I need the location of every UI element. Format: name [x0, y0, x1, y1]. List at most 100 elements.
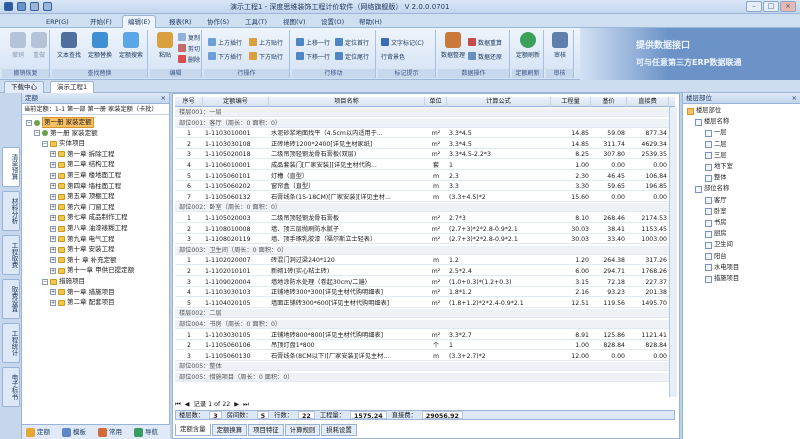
tree-node[interactable]: − 第一册 家装定额	[34, 129, 98, 138]
cell-formula[interactable]: (3.3+4.5)*2	[449, 193, 549, 202]
cell-cost[interactable]: 0.00	[629, 352, 667, 361]
table-row[interactable]: 2 1-1108010008 墙、顶三层抛刷防水腻子 m² (2.7+3)*2*2.8-…	[175, 225, 675, 234]
expand-icon[interactable]: +	[50, 236, 56, 243]
floor-item[interactable]: 整体	[705, 173, 727, 183]
tree-node[interactable]: + 第八章 油漆裱糊工程	[50, 224, 128, 233]
tree-node[interactable]: + 第五章 顶棚工程	[50, 192, 115, 201]
cell-unit[interactable]: 个	[427, 341, 445, 350]
undo-icon[interactable]	[30, 2, 39, 11]
cell-code[interactable]: 1-1103030103	[205, 288, 267, 297]
tree-node[interactable]: + 第二章 结构工程	[50, 160, 115, 169]
parts-group[interactable]: 部位名称	[695, 184, 729, 194]
table-row[interactable]: 4 1-1106010001 成品套装门[厂家安装][详见主材代购... 套 1 1.00…	[175, 161, 675, 170]
cell-qty[interactable]: 1.00	[553, 341, 589, 350]
cell-no[interactable]: 1	[177, 256, 201, 265]
cell-price[interactable]: 46.45	[593, 172, 625, 181]
cell-formula[interactable]: (3.3+2.7)*2	[449, 352, 549, 361]
tree-node[interactable]: + 第九章 电气工程	[50, 235, 115, 244]
cell-price[interactable]: 268.46	[593, 214, 625, 223]
tree-root[interactable]: 楼层部位	[687, 106, 721, 116]
cell-unit[interactable]: m²	[427, 331, 445, 340]
table-row[interactable]: 3 1-1105060130 石膏线条(8CM以下)[厂家安装][详见主材... m (…	[175, 352, 675, 361]
cell-unit[interactable]: m²	[427, 150, 445, 159]
cell-code[interactable]: 1-1105020003	[205, 214, 267, 223]
expand-icon[interactable]: +	[50, 204, 56, 211]
tree-node[interactable]: + 第七章 成品制作工程	[50, 213, 128, 222]
cell-unit[interactable]: m	[427, 182, 445, 191]
cell-formula[interactable]: 1.2	[449, 256, 549, 265]
cell-cost[interactable]: 1003.00	[629, 235, 667, 244]
last-record-icon[interactable]: ⏭	[243, 400, 249, 409]
cell-code[interactable]: 1-1105060130	[205, 352, 267, 361]
vtab-fee[interactable]: 工程取费	[2, 235, 20, 275]
cell-no[interactable]: 3	[177, 352, 201, 361]
cell-name[interactable]: 二级吊顶轻钢龙骨石膏板	[271, 214, 423, 223]
vtab-stats[interactable]: 工程统计	[2, 323, 20, 363]
quota-tab-button[interactable]: 定额	[26, 427, 50, 438]
cell-code[interactable]: 1-1108010008	[205, 225, 267, 234]
cell-code[interactable]: 1-1105060132	[205, 193, 267, 202]
minimize-button[interactable]: –	[746, 1, 762, 12]
cell-no[interactable]: 1	[177, 214, 201, 223]
floor-item[interactable]: 三层	[705, 151, 727, 161]
expand-icon[interactable]: +	[50, 299, 56, 306]
cell-name[interactable]: 窗帘盒（直型）	[271, 182, 423, 191]
collapse-icon[interactable]: −	[42, 278, 48, 285]
expand-icon[interactable]: +	[50, 267, 56, 274]
cell-qty[interactable]: 12.51	[553, 299, 589, 308]
cell-name[interactable]: 砖混门洞过梁240*120	[271, 256, 423, 265]
tree-node[interactable]: − 实体项目	[42, 139, 85, 148]
table-row[interactable]: 3 1-1108020119 墙、顶手琢乳胶漆（福尔斯立士轻表） m² (2.7+3)*…	[175, 235, 675, 245]
cell-unit[interactable]: m²	[427, 288, 445, 297]
cell-no[interactable]: 4	[177, 288, 201, 297]
cell-formula[interactable]: 3.3*2.7	[449, 331, 549, 340]
expand-icon[interactable]: +	[50, 289, 56, 296]
tab-edit[interactable]: 编辑(E)	[122, 15, 157, 28]
close-icon[interactable]: ×	[792, 93, 797, 104]
cell-no[interactable]: 1	[177, 129, 201, 138]
col-header-unit[interactable]: 单位	[425, 97, 447, 107]
cell-unit[interactable]: m²	[427, 299, 445, 308]
cell-name[interactable]: 灯槽（直型）	[271, 172, 423, 181]
floor-item[interactable]: 一层	[705, 128, 727, 138]
cell-no[interactable]: 2	[177, 225, 201, 234]
cell-name[interactable]: 成品套装门[厂家安装][详见主材代购...	[271, 161, 423, 170]
cell-no[interactable]: 2	[177, 140, 201, 149]
current-quota-select[interactable]: 当前定额：1-1 第一部 第一册 家装定额（卡批）	[22, 104, 169, 115]
cell-cost[interactable]: 201.38	[629, 288, 667, 297]
cell-price[interactable]: 311.74	[593, 140, 625, 149]
expand-icon[interactable]: +	[50, 214, 56, 221]
redo-icon[interactable]	[43, 2, 52, 11]
maximize-button[interactable]: □	[763, 1, 779, 12]
cell-formula[interactable]: (1.0+0.3)*(1.2+0.3)	[449, 278, 549, 287]
cell-unit[interactable]: m	[427, 172, 445, 181]
expand-icon[interactable]: +	[50, 193, 56, 200]
audit-button[interactable]: 审核	[545, 32, 575, 59]
cell-code[interactable]: 1-1106010001	[205, 161, 267, 170]
cell-code[interactable]: 1-1105060202	[205, 182, 267, 191]
group-row[interactable]: 楼层002：二层	[175, 309, 675, 319]
cell-price[interactable]: 38.41	[593, 225, 625, 234]
cell-code[interactable]: 1-1105060106	[205, 341, 267, 350]
cell-price[interactable]: 307.80	[593, 150, 625, 159]
tree-node[interactable]: − 第一册 家装定额	[26, 117, 94, 128]
cell-no[interactable]: 5	[177, 172, 201, 181]
tree-node[interactable]: + 第二章 配套项目	[50, 298, 115, 307]
first-record-icon[interactable]: ⏮	[175, 400, 181, 409]
quota-search-button[interactable]: 定额搜索	[116, 32, 146, 59]
cut-button[interactable]: 剪切	[178, 44, 200, 55]
tab-erp[interactable]: ERP(G)	[40, 15, 75, 28]
vtab-bill[interactable]: 清单预算	[2, 147, 20, 187]
part-item[interactable]: 卧室	[705, 207, 727, 217]
cell-formula[interactable]: 3.3*4.5	[449, 129, 549, 138]
cell-cost[interactable]: 227.37	[629, 278, 667, 287]
expand-icon[interactable]: +	[50, 257, 56, 264]
cell-name[interactable]: 石膏线条(15-18CM)[厂家安装][详见主材...	[271, 193, 423, 202]
col-header-name[interactable]: 项目名称	[269, 97, 425, 107]
cell-unit[interactable]: m²	[427, 278, 445, 287]
cell-no[interactable]: 2	[177, 341, 201, 350]
floor-item[interactable]: 地下室	[705, 162, 733, 172]
cell-no[interactable]: 6	[177, 182, 201, 191]
data-restore-button[interactable]: 数据还原	[468, 52, 502, 63]
expand-icon[interactable]: +	[50, 246, 56, 253]
